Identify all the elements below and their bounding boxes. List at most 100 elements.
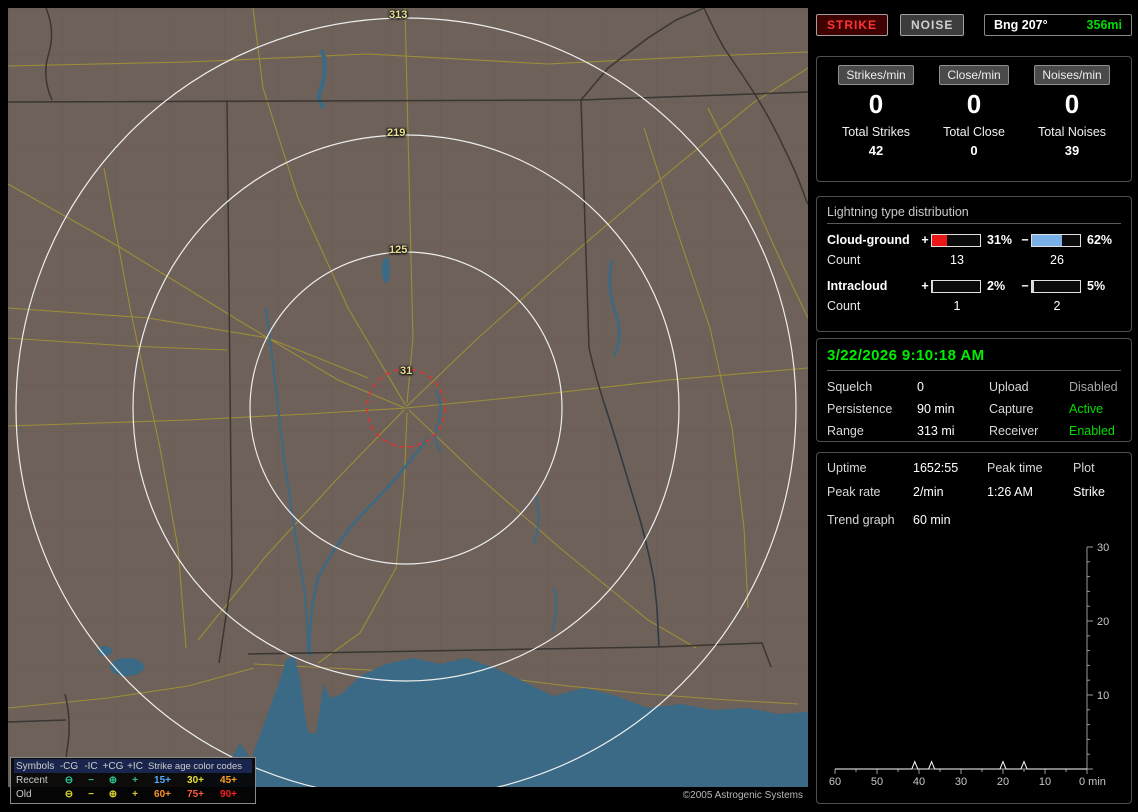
- peak-time-label: Peak time: [987, 461, 1043, 475]
- mode-row: STRIKE NOISE Bng 207° 356mi: [816, 14, 1132, 36]
- age-code-value: 15+: [154, 774, 171, 786]
- plot-label: Plot: [1073, 461, 1095, 475]
- settings-panel: 3/22/2026 9:10:18 AM Squelch 0 Upload Di…: [816, 338, 1132, 442]
- app-window: 313 219 125 31 Symbols -CG -IC +CG +IC Stri…: [0, 0, 1138, 812]
- x-tick-label: 50: [871, 776, 883, 788]
- trend-graph-label: Trend graph: [827, 513, 895, 527]
- range-label: Range: [827, 424, 864, 438]
- ic-plus-bar-fill: [932, 280, 933, 292]
- noises-per-min-badge: Noises/min: [1034, 65, 1110, 85]
- copyright-text: ©2005 Astrogenic Systems: [682, 790, 803, 801]
- ic-minus-bar-fill: [1032, 280, 1035, 292]
- strike-symbol-icon: −: [88, 788, 94, 800]
- bearing-value: Bng 207°: [994, 18, 1048, 32]
- cloud-ground-label: Cloud-ground: [827, 233, 910, 247]
- intracloud-label: Intracloud: [827, 279, 888, 293]
- strike-symbol-icon: +: [132, 774, 138, 786]
- y-tick-label: 20: [1097, 616, 1109, 628]
- sidebar: STRIKE NOISE Bng 207° 356mi Strikes/min …: [814, 0, 1136, 812]
- plus-sign: +: [921, 233, 929, 247]
- strike-symbol-icon: ⊖: [64, 788, 74, 800]
- age-code-value: 90+: [220, 788, 237, 800]
- legend-symbols-header: Symbols: [16, 760, 55, 772]
- cloud-ground-count-row: Count 13 26: [827, 253, 1121, 267]
- close-counter: Close/min 0 Total Close 0: [925, 65, 1023, 158]
- age-code-value: 30+: [187, 774, 204, 786]
- receiver-label: Receiver: [989, 424, 1039, 438]
- cg-minus-count: 26: [1050, 253, 1064, 267]
- ic-plus-count: 1: [953, 299, 961, 313]
- minus-sign: −: [1021, 279, 1029, 293]
- divider: [827, 370, 1121, 371]
- status-panel: Uptime 1652:55 Peak time Plot Peak rate …: [816, 452, 1132, 804]
- counters-panel: Strikes/min 0 Total Strikes 42 Close/min…: [816, 56, 1132, 182]
- upload-value: Disabled: [1069, 380, 1118, 394]
- minus-sign: −: [1021, 233, 1029, 247]
- total-strikes-value: 42: [868, 143, 884, 158]
- strike-symbol-icon: ⊖: [64, 774, 74, 786]
- ic-plus-pct: 2%: [987, 279, 1006, 293]
- plot-value: Strike: [1073, 485, 1105, 499]
- total-noises-value: 39: [1064, 143, 1080, 158]
- total-close-value: 0: [970, 143, 978, 158]
- trend-graph: 10 20 30 60 50 40 30 20 10 0 min: [829, 542, 1109, 788]
- legend-symbol-column: +IC: [127, 760, 143, 772]
- x-tick-label: 10: [1039, 776, 1051, 788]
- total-close-label: Total Close: [943, 125, 1005, 139]
- age-code-value: 60+: [154, 788, 171, 800]
- range-ring-label: 219: [387, 127, 406, 139]
- noises-per-min-value: 0: [1064, 89, 1080, 119]
- persistence-label: Persistence: [827, 402, 893, 416]
- cg-plus-bar-fill: [932, 234, 947, 246]
- distribution-title: Lightning type distribution: [827, 205, 969, 219]
- strike-rate-series: [835, 760, 1087, 770]
- x-tick-label: 60: [829, 776, 841, 788]
- strike-symbol-icon: +: [132, 788, 138, 800]
- map-panel[interactable]: 313 219 125 31 Symbols -CG -IC +CG +IC Stri…: [8, 8, 808, 804]
- ic-plus-bar: [931, 279, 981, 293]
- strike-button[interactable]: STRIKE: [816, 14, 889, 36]
- noise-button[interactable]: NOISE: [900, 14, 965, 36]
- cloud-ground-row: Cloud-ground + 31% − 62%: [827, 233, 1121, 247]
- map-legend: Symbols -CG -IC +CG +IC Strike age color co…: [10, 757, 256, 804]
- strikes-counter: Strikes/min 0 Total Strikes 42: [827, 65, 925, 158]
- cg-plus-pct: 31%: [987, 233, 1013, 247]
- peak-time-value: 1:26 AM: [987, 485, 1033, 499]
- legend-symbol-column: -CG: [59, 760, 79, 772]
- intracloud-count-row: Count 1 2: [827, 299, 1121, 313]
- ic-minus-bar: [1031, 279, 1081, 293]
- total-strikes-label: Total Strikes: [841, 125, 911, 139]
- strike-symbol-icon: −: [88, 774, 94, 786]
- receiver-value: Enabled: [1069, 424, 1115, 438]
- legend-symbol-column: -IC: [84, 760, 98, 772]
- capture-value: Active: [1069, 402, 1104, 416]
- x-tick-label: 30: [955, 776, 967, 788]
- range-value: 313 mi: [917, 424, 955, 438]
- cg-minus-pct: 62%: [1087, 233, 1113, 247]
- squelch-value: 0: [917, 380, 924, 394]
- close-per-min-badge: Close/min: [939, 65, 1009, 85]
- squelch-label: Squelch: [827, 380, 873, 394]
- capture-label: Capture: [989, 402, 1034, 416]
- uptime-label: Uptime: [827, 461, 867, 475]
- legend-rows: Recent ⊖ − ⊕ +15+ 30+ 45+ Old ⊖ − ⊕ +60+ 75+ 90+: [14, 773, 252, 801]
- datetime-display: 3/22/2026 9:10:18 AM: [827, 347, 985, 364]
- close-per-min-value: 0: [966, 89, 982, 119]
- distribution-panel: Lightning type distribution Cloud-ground…: [816, 196, 1132, 332]
- legend-age-header: Strike age color codes: [148, 760, 242, 772]
- intracloud-row: Intracloud + 2% − 5%: [827, 279, 1121, 293]
- x-tick-label: 40: [913, 776, 925, 788]
- y-tick-label: 30: [1097, 542, 1109, 554]
- legend-symbol-column: +CG: [102, 760, 124, 772]
- map-canvas[interactable]: [8, 8, 808, 804]
- strike-symbol-icon: ⊕: [108, 788, 118, 800]
- range-ring-label: 125: [389, 244, 408, 256]
- persistence-value: 90 min: [917, 402, 955, 416]
- bearing-box: Bng 207° 356mi: [984, 14, 1132, 36]
- y-tick-label: 10: [1097, 690, 1109, 702]
- strikes-per-min-badge: Strikes/min: [838, 65, 914, 85]
- peak-rate-label: Peak rate: [827, 485, 881, 499]
- age-code-value: 45+: [220, 774, 237, 786]
- divider: [827, 223, 1121, 224]
- legend-row-label: Old: [16, 788, 32, 800]
